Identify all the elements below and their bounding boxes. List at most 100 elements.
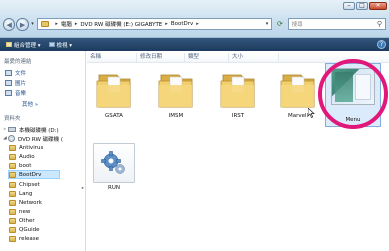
folder-icon: [9, 235, 16, 242]
folder-icon: [9, 162, 16, 169]
breadcrumb-bootdrv[interactable]: BootDrv: [171, 21, 193, 27]
breadcrumb-dvd-drive[interactable]: DVD RW 磁碟機 (E:) GIGABYTE: [80, 20, 162, 28]
back-arrow-icon: ◀: [6, 20, 12, 29]
tree-label: Other: [19, 217, 35, 224]
highlight-circle: [318, 59, 388, 129]
folder-icon: [9, 208, 16, 215]
tree-item-new[interactable]: new: [9, 207, 30, 216]
music-icon: [5, 90, 12, 96]
column-header-date-modified[interactable]: 修改日期: [137, 53, 185, 62]
tree-label: release: [19, 235, 40, 242]
folder-icon: [9, 171, 16, 178]
file-item-gsata[interactable]: GSATA: [87, 65, 141, 127]
folder-icon: [9, 144, 16, 151]
tree-label: Audio: [19, 153, 35, 160]
tree-item-network[interactable]: Network: [9, 198, 42, 207]
explorer-window: – □ ✕ ◀ ▶ ▾ ▸ 電腦 ▸ DVD RW 磁碟機 (E:) GIGAB…: [0, 0, 389, 251]
chevron-right-icon[interactable]: ▸: [165, 21, 168, 27]
file-name: IRST: [231, 113, 245, 119]
application-icon: [93, 143, 135, 183]
close-button[interactable]: ✕: [369, 2, 387, 10]
address-bar[interactable]: ▸ 電腦 ▸ DVD RW 磁碟機 (E:) GIGABYTE ▸ BootDr…: [37, 18, 273, 30]
search-placeholder: 搜尋: [291, 22, 303, 28]
file-item-irst[interactable]: IRST: [211, 65, 265, 127]
organize-icon: [6, 42, 12, 47]
window-controls: – □ ✕: [342, 2, 387, 10]
tree-item-bootdrv[interactable]: BootDrv: [8, 170, 60, 179]
folder-icon: [158, 74, 193, 108]
folder-icon: [220, 74, 255, 108]
folder-icon: [9, 153, 16, 160]
organize-label: 組合管理 ▾: [14, 42, 41, 49]
views-button[interactable]: 檢視 ▾: [48, 41, 73, 49]
forward-button[interactable]: ▶: [16, 17, 29, 31]
folders-heading[interactable]: 資料夾: [4, 114, 21, 122]
back-button[interactable]: ◀: [3, 17, 16, 31]
tree-label: Network: [19, 199, 42, 206]
more-favorites-link[interactable]: 其他 »: [22, 100, 38, 108]
recent-pages-dropdown[interactable]: ▾: [30, 21, 36, 27]
address-dropdown-icon[interactable]: ▾: [266, 21, 269, 27]
organize-button[interactable]: 組合管理 ▾: [6, 41, 41, 49]
minimize-icon: –: [347, 2, 351, 9]
file-name: RUN: [108, 185, 120, 191]
tree-item-other[interactable]: Other: [9, 216, 35, 225]
pictures-icon: [5, 80, 12, 86]
favorite-link-music[interactable]: 音樂: [5, 89, 26, 97]
tree-item-antivirus[interactable]: Antivirus: [9, 143, 43, 152]
tree-label: 本機磁碟機 (D:): [19, 127, 59, 134]
favorite-label: 音樂: [15, 91, 27, 97]
tree-item-boot[interactable]: boot: [9, 161, 31, 170]
tree-item-chipset[interactable]: Chipset: [9, 180, 40, 189]
views-icon: [48, 42, 55, 47]
chevron-right-icon[interactable]: ▸: [196, 21, 199, 27]
tree-item-dvd-drive[interactable]: ◢ DVD RW 磁碟機 (: [2, 134, 63, 143]
tree-item-audio[interactable]: Audio: [9, 152, 35, 161]
column-header-size[interactable]: 大小: [229, 53, 279, 62]
mouse-cursor-icon: [308, 108, 315, 118]
documents-icon: [5, 70, 12, 76]
breadcrumb-computer[interactable]: 電腦: [61, 20, 72, 28]
title-bar: – □ ✕ ◀ ▶ ▾ ▸ 電腦 ▸ DVD RW 磁碟機 (E:) GIGAB…: [0, 0, 389, 38]
file-name: Marvell: [287, 113, 309, 119]
refresh-icon: ⟳: [277, 20, 283, 28]
help-button[interactable]: ?: [377, 40, 386, 49]
tree-label: QGuide: [19, 226, 40, 233]
folder-icon: [9, 181, 16, 188]
help-icon: ?: [379, 41, 384, 48]
command-toolbar: 組合管理 ▾ 檢視 ▾ ?: [0, 38, 389, 51]
folder-icon: [9, 190, 16, 197]
tree-item-lang[interactable]: Lang: [9, 189, 32, 198]
views-label: 檢視 ▾: [56, 42, 73, 49]
file-item-imsm[interactable]: IMSM: [149, 65, 203, 127]
file-item-marvell[interactable]: Marvell: [271, 65, 325, 127]
favorite-link-documents[interactable]: 文件: [5, 69, 26, 77]
tree-item-release[interactable]: release: [9, 234, 39, 243]
file-item-run[interactable]: RUN: [87, 140, 141, 200]
file-name: GSATA: [105, 113, 123, 119]
tree-label: new: [19, 208, 31, 215]
tree-label: DVD RW 磁碟機 (: [18, 136, 64, 143]
column-header-type[interactable]: 類型: [185, 53, 229, 62]
folder-icon: [41, 21, 50, 27]
folder-icon: [9, 226, 16, 233]
favorite-link-pictures[interactable]: 圖片: [5, 79, 26, 87]
folder-icon: [9, 217, 16, 224]
favorite-label: 圖片: [15, 81, 27, 87]
close-icon: ✕: [375, 2, 381, 9]
refresh-button[interactable]: ⟳: [274, 18, 285, 30]
column-header-name[interactable]: 名稱: [87, 53, 137, 62]
search-icon[interactable]: ⚲: [377, 20, 382, 28]
chevron-right-icon[interactable]: ▸: [75, 21, 78, 27]
tree-item-drive-d[interactable]: ▹ 本機磁碟機 (D:): [2, 125, 59, 134]
folder-icon: [280, 74, 315, 108]
search-input[interactable]: 搜尋 ⚲: [287, 18, 386, 30]
maximize-button[interactable]: □: [356, 2, 368, 10]
maximize-icon: □: [359, 2, 365, 9]
tree-item-qguide[interactable]: QGuide: [9, 225, 39, 234]
navigation-pane: 最愛的連結 文件 圖片 音樂 其他 » 資料夾 ▹ 本機磁碟機 (D:) ◢ D…: [0, 51, 86, 251]
favorite-label: 文件: [15, 71, 27, 77]
sidebar-scroll-arrow-icon[interactable]: ▸: [82, 186, 84, 191]
minimize-button[interactable]: –: [343, 2, 355, 10]
navigation-bar: ◀ ▶ ▾ ▸ 電腦 ▸ DVD RW 磁碟機 (E:) GIGABYTE ▸ …: [3, 17, 386, 31]
